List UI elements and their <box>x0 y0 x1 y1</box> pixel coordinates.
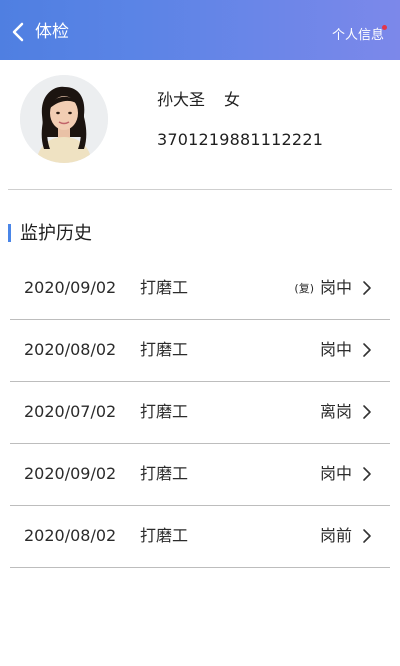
history-date: 2020/07/02 <box>24 402 117 421</box>
chevron-right-icon <box>361 280 373 296</box>
page-title: 体检 <box>35 22 69 42</box>
history-job: 打磨工 <box>140 402 189 421</box>
chevron-right-icon <box>361 404 373 420</box>
top-app-bar: 体检 个人信息 <box>0 0 400 60</box>
history-status: 岗中 <box>319 340 352 359</box>
history-date: 2020/08/02 <box>24 340 117 359</box>
history-status: 岗前 <box>319 526 352 545</box>
history-status: 离岗 <box>319 402 352 421</box>
history-job: 打磨工 <box>140 526 189 545</box>
history-status: 岗中 <box>319 464 352 483</box>
user-gender: 女 <box>224 90 241 109</box>
review-tag: (复) <box>294 282 314 295</box>
user-name: 孙大圣 <box>157 90 206 109</box>
history-row[interactable]: 2020/09/02 打磨工 (复) 岗中 <box>10 258 390 320</box>
divider <box>8 189 392 190</box>
section-accent-bar <box>8 224 11 242</box>
history-date: 2020/08/02 <box>24 526 117 545</box>
history-status: 岗中 <box>319 278 352 297</box>
profile-card: 孙大圣 女 3701219881112221 <box>0 60 400 190</box>
history-row[interactable]: 2020/07/02 打磨工 离岗 <box>10 382 390 444</box>
chevron-right-icon <box>361 466 373 482</box>
avatar <box>20 75 108 163</box>
history-row[interactable]: 2020/08/02 打磨工 岗前 <box>10 506 390 568</box>
user-id-number: 3701219881112221 <box>157 130 324 149</box>
personal-info-link[interactable]: 个人信息 <box>332 28 384 44</box>
history-row[interactable]: 2020/08/02 打磨工 岗中 <box>10 320 390 382</box>
history-job: 打磨工 <box>140 278 189 297</box>
history-date: 2020/09/02 <box>24 278 117 297</box>
notification-dot <box>382 25 387 30</box>
chevron-left-icon[interactable] <box>10 22 26 42</box>
chevron-right-icon <box>361 528 373 544</box>
section-title: 监护历史 <box>20 223 92 244</box>
history-date: 2020/09/02 <box>24 464 117 483</box>
history-row[interactable]: 2020/09/02 打磨工 岗中 <box>10 444 390 506</box>
history-job: 打磨工 <box>140 464 189 483</box>
chevron-right-icon <box>361 342 373 358</box>
history-job: 打磨工 <box>140 340 189 359</box>
history-list: 2020/09/02 打磨工 (复) 岗中 2020/08/02 打磨工 岗中 … <box>10 258 390 568</box>
